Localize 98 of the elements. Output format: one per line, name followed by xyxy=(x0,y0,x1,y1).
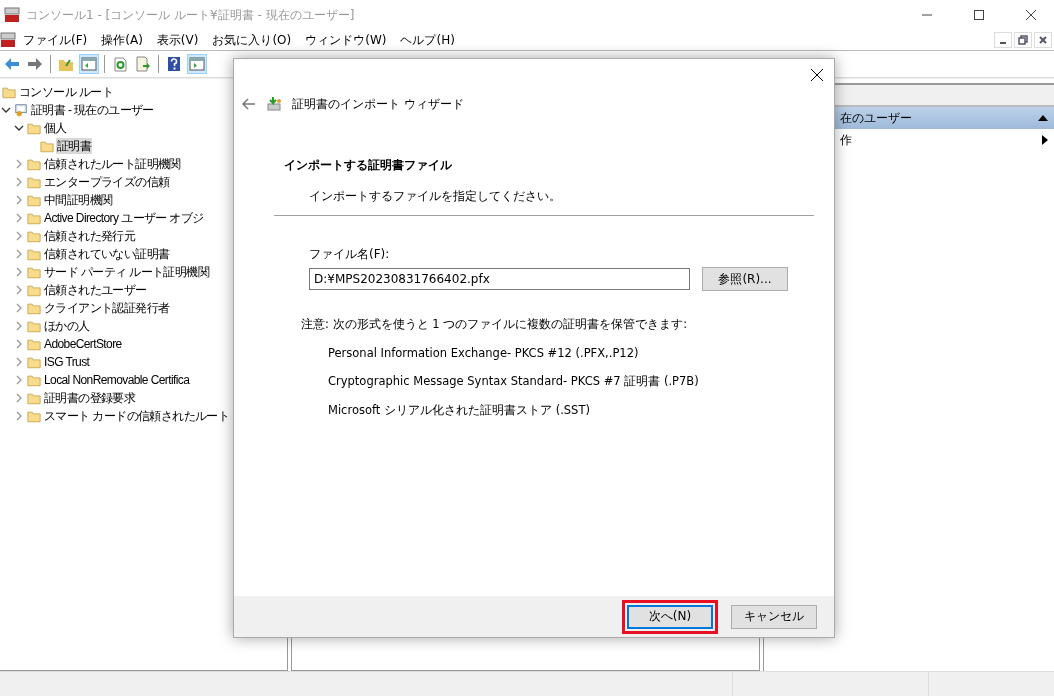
chevron-right-icon[interactable] xyxy=(14,303,24,313)
tree-item[interactable]: 信頼された発行元 xyxy=(43,228,137,244)
tree-item[interactable]: スマート カードの信頼されたルート xyxy=(43,408,231,424)
menu-item[interactable]: 表示(V) xyxy=(149,31,206,49)
tree-item[interactable]: Active Directory ユーザー オブジ xyxy=(43,210,205,226)
tree-item[interactable]: AdobeCertStore xyxy=(43,336,123,352)
chevron-right-icon[interactable] xyxy=(14,159,24,169)
folder-icon xyxy=(27,247,41,261)
format-item: Microsoft シリアル化された証明書ストア (.SST) xyxy=(328,403,591,418)
folder-icon xyxy=(27,265,41,279)
folder-icon xyxy=(27,157,41,171)
chevron-right-icon[interactable] xyxy=(14,321,24,331)
tree-item[interactable]: ほかの人 xyxy=(43,318,91,334)
maximize-icon xyxy=(974,10,984,20)
show-action-pane-icon xyxy=(189,57,205,71)
tree-item[interactable]: 信頼されていない証明書 xyxy=(43,246,171,262)
tree-item[interactable]: 個人 xyxy=(43,120,68,136)
certificate-import-icon xyxy=(266,96,282,112)
folder-icon xyxy=(27,121,41,135)
toolbar-button[interactable] xyxy=(133,54,153,74)
folder-icon xyxy=(27,229,41,243)
chevron-right-icon[interactable] xyxy=(14,213,24,223)
menu-item[interactable]: ヘルプ(H) xyxy=(393,31,462,49)
folder-icon xyxy=(27,193,41,207)
forward-arrow-icon xyxy=(27,57,43,71)
menu-item[interactable]: ウィンドウ(W) xyxy=(298,31,394,49)
note-text: 注意: 次の形式を使うと 1 つのファイルに複数の証明書を保管できます: xyxy=(301,317,689,332)
format-item: Cryptographic Message Syntax Standard- PKCS #7 証明書 (.P7B) xyxy=(328,374,700,389)
folder-icon xyxy=(27,211,41,225)
chevron-right-icon[interactable] xyxy=(14,267,24,277)
folder-icon xyxy=(27,337,41,351)
tree-item[interactable]: 信頼されたルート証明機関 xyxy=(43,156,182,172)
back-arrow-icon[interactable] xyxy=(242,98,256,110)
action-group-title: 在のユーザー xyxy=(840,109,912,127)
tree-item[interactable]: 中間証明機関 xyxy=(43,192,114,208)
folder-icon xyxy=(27,409,41,423)
field-label: ファイル名(F): xyxy=(309,246,391,263)
tree-item[interactable]: 証明書 - 現在のユーザー xyxy=(30,102,155,118)
folder-icon xyxy=(27,301,41,315)
tree-item[interactable]: Local NonRemovable Certifica xyxy=(43,372,191,388)
tree-item[interactable]: エンタープライズの信頼 xyxy=(43,174,171,190)
certificate-console-icon xyxy=(14,103,28,117)
browse-button[interactable]: 参照(R)... xyxy=(702,267,788,291)
refresh-icon xyxy=(112,56,128,72)
submenu-arrow-icon xyxy=(1042,135,1048,145)
folder-icon xyxy=(2,85,16,99)
format-item: Personal Information Exchange- PKCS #12 (.PFX,.P12) xyxy=(328,346,640,360)
dialog-button[interactable]: 次へ(N) xyxy=(627,604,713,629)
menu-item[interactable]: お気に入り(O) xyxy=(205,31,299,49)
folder-icon xyxy=(27,355,41,369)
restore-button[interactable] xyxy=(1014,32,1032,48)
chevron-right-icon[interactable] xyxy=(14,177,24,187)
tree-item[interactable]: 証明書の登録要求 xyxy=(43,390,137,406)
close-icon xyxy=(1026,10,1036,20)
dialog-title: 証明書のインポート ウィザード xyxy=(292,95,464,113)
app-icon xyxy=(4,7,20,23)
tree-item[interactable]: コンソール ルート xyxy=(18,84,114,100)
help-icon xyxy=(167,56,181,72)
chevron-right-icon[interactable] xyxy=(14,285,24,295)
window-title: コンソール1 - [コンソール ルート¥証明書 - 現在のユーザー] xyxy=(26,6,356,24)
menu-item[interactable]: ファイル(F) xyxy=(16,31,95,49)
chevron-down-icon[interactable] xyxy=(14,123,24,133)
collapse-triangle-icon[interactable] xyxy=(1038,115,1048,121)
folder-icon xyxy=(40,139,54,153)
chevron-right-icon[interactable] xyxy=(14,357,24,367)
chevron-right-icon[interactable] xyxy=(14,393,24,403)
export-list-icon xyxy=(135,56,151,72)
folder-icon xyxy=(27,283,41,297)
section-description: インポートするファイルを指定してください。 xyxy=(309,188,562,205)
back-arrow-icon xyxy=(4,57,20,71)
folder-icon xyxy=(27,319,41,333)
show-tree-icon xyxy=(81,57,97,71)
close-button[interactable] xyxy=(1034,32,1052,48)
restore-icon xyxy=(1018,35,1028,45)
tree-item[interactable]: クライアント認証発行者 xyxy=(43,300,171,316)
tree-item[interactable]: 信頼されたユーザー xyxy=(43,282,148,298)
folder-icon xyxy=(27,391,41,405)
close-icon xyxy=(1039,36,1047,44)
file-name-field[interactable]: D:¥MPS20230831766402.pfx xyxy=(309,268,690,290)
minimize-button[interactable] xyxy=(994,32,1012,48)
chevron-right-icon[interactable] xyxy=(14,375,24,385)
app-icon[interactable] xyxy=(0,32,16,48)
folder-icon xyxy=(27,175,41,189)
chevron-right-icon[interactable] xyxy=(14,339,24,349)
tree-item[interactable]: サード パーティ ルート証明機関 xyxy=(43,264,211,280)
chevron-right-icon[interactable] xyxy=(14,195,24,205)
close-icon xyxy=(811,69,823,81)
folder-icon xyxy=(27,373,41,387)
chevron-right-icon[interactable] xyxy=(14,231,24,241)
chevron-right-icon[interactable] xyxy=(14,411,24,421)
section-heading: インポートする証明書ファイル xyxy=(284,157,453,174)
chevron-down-icon[interactable] xyxy=(1,105,11,115)
menu-item[interactable]: 操作(A) xyxy=(94,31,150,49)
chevron-right-icon[interactable] xyxy=(14,249,24,259)
tree-item[interactable]: 証明書 xyxy=(56,138,93,154)
dialog-button[interactable]: キャンセル xyxy=(731,604,817,629)
tree-item[interactable]: ISG Trust xyxy=(43,354,91,370)
action-item[interactable]: 作 xyxy=(840,131,852,149)
